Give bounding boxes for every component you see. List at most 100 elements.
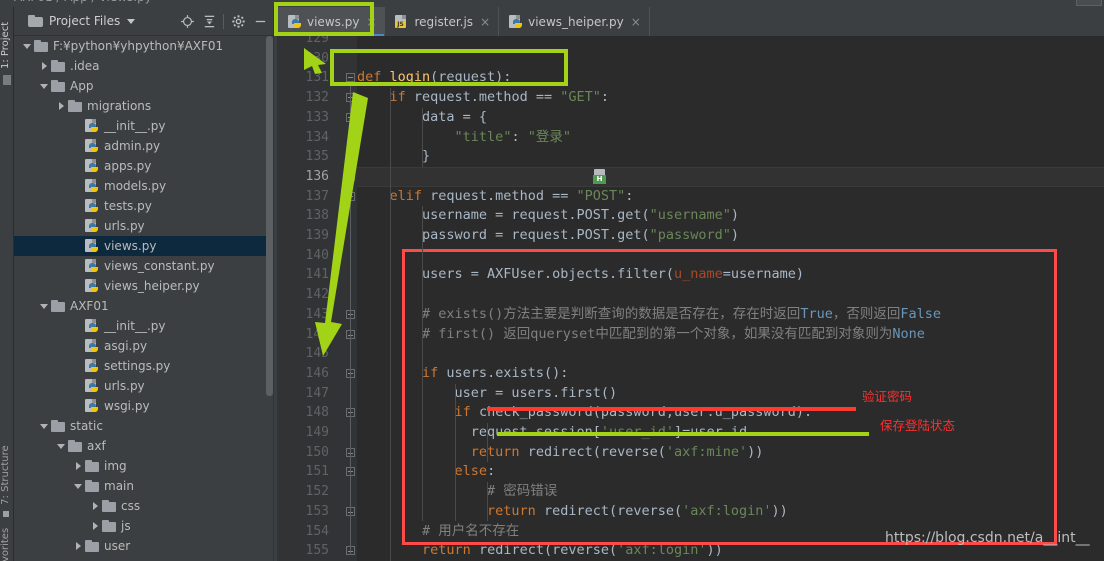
window-restore-button[interactable] — [1076, 0, 1102, 6]
tree-row[interactable]: apps.py — [14, 156, 273, 176]
close-icon[interactable]: × — [631, 16, 641, 28]
code-token: 'axf:mine' — [665, 443, 748, 460]
tree-down-arrow-icon[interactable] — [56, 441, 67, 452]
line-number: 139 — [305, 228, 329, 243]
tool-window-structure[interactable]: 7: Structure — [0, 437, 14, 517]
tree-right-arrow-icon[interactable] — [90, 501, 101, 512]
tree-row-label: urls.py — [104, 219, 145, 233]
tree-row-label: user — [104, 539, 131, 553]
tree-row[interactable]: urls.py — [14, 216, 273, 236]
tree-row[interactable]: main — [14, 476, 273, 496]
tool-window-project-label: 1: Project — [0, 21, 11, 69]
tree-down-arrow-icon[interactable] — [73, 481, 84, 492]
tree-row[interactable]: settings.py — [14, 356, 273, 376]
tree-row-label: migrations — [87, 99, 152, 113]
editor-tab-register-js[interactable]: JS register.js × — [385, 7, 500, 36]
tree-row[interactable]: models.py — [14, 176, 273, 196]
code-fold-marker[interactable] — [346, 73, 355, 83]
code-line: password = request.POST.get("password") — [357, 226, 1104, 246]
code-token: ，否则返回 — [832, 305, 901, 322]
tree-row[interactable]: __init__.py — [14, 316, 273, 336]
tree-right-arrow-icon[interactable] — [73, 541, 84, 552]
python-file-icon — [85, 339, 99, 353]
tree-row[interactable]: AXF01 — [14, 296, 273, 316]
editor-tab-views-py[interactable]: views.py × — [278, 7, 386, 36]
python-file-icon — [85, 119, 99, 133]
line-number: 141 — [305, 267, 329, 283]
tree-row[interactable]: .idea — [14, 56, 273, 76]
python-file-icon — [509, 14, 523, 29]
chevron-down-icon[interactable] — [127, 18, 136, 24]
locate-target-icon[interactable] — [176, 10, 198, 32]
editor-tab-views-heiper-py[interactable]: views_heiper.py × — [499, 7, 650, 36]
tree-row[interactable]: __init__.py — [14, 116, 273, 136]
tree-row[interactable]: static — [14, 416, 273, 436]
project-tree-scrollbar[interactable] — [266, 36, 273, 396]
line-number: 151 — [305, 464, 329, 480]
tree-down-arrow-icon[interactable] — [39, 81, 50, 92]
code-token: elif — [389, 187, 423, 204]
tree-row[interactable]: js — [14, 516, 273, 536]
tree-right-arrow-icon[interactable] — [39, 61, 50, 72]
python-file-icon — [85, 159, 99, 173]
code-token: "username" — [649, 207, 731, 224]
tree-down-arrow-icon[interactable] — [39, 421, 50, 432]
close-icon[interactable]: × — [480, 16, 490, 28]
close-icon[interactable]: × — [366, 16, 376, 28]
tree-row-label: __init__.py — [104, 319, 166, 333]
tree-row-label: static — [70, 419, 103, 433]
tree-row-label: css — [121, 499, 141, 513]
tree-down-arrow-icon[interactable] — [39, 301, 50, 312]
hide-panel-icon[interactable] — [249, 10, 271, 32]
tool-window-favorites[interactable]: Favorites — [0, 527, 14, 561]
code-token: )) — [706, 542, 723, 559]
tree-right-arrow-icon[interactable] — [56, 101, 67, 112]
tree-row[interactable]: admin.py — [14, 136, 273, 156]
code-token: : — [487, 463, 496, 480]
tree-row-label: AXF01 — [70, 299, 109, 313]
code-token: ]=user.id — [674, 424, 748, 440]
editor-tab-label: views.py — [307, 14, 360, 29]
folder-icon — [85, 460, 99, 472]
code-token: else — [454, 463, 488, 480]
tree-row[interactable]: axf — [14, 436, 273, 456]
editor-code-area[interactable]: def login(request): if request.method ==… — [357, 36, 1104, 561]
tab-bar-filler — [650, 7, 1104, 36]
code-line: if users.exists(): — [357, 364, 1104, 384]
line-number: 153 — [305, 503, 329, 519]
settings-gear-icon[interactable] — [227, 10, 249, 32]
html-reference-badge-icon[interactable]: H — [593, 168, 607, 184]
tree-row[interactable]: wsgi.py — [14, 396, 273, 416]
tree-down-arrow-icon[interactable] — [22, 41, 33, 52]
tree-row[interactable]: views_heiper.py — [14, 276, 273, 296]
tree-row[interactable]: views_constant.py — [14, 256, 273, 276]
tree-row[interactable]: App — [14, 76, 273, 96]
tree-row[interactable]: asgi.py — [14, 336, 273, 356]
code-token: request.method == — [405, 89, 561, 106]
editor-gutter[interactable]: 129 130 131 132 133 134 135 136 137 138 139 140 141 1… — [277, 36, 343, 561]
tree-row[interactable]: urls.py — [14, 376, 273, 396]
tree-row[interactable]: F:¥python¥yhpython¥AXF01 — [14, 36, 273, 56]
tree-row[interactable]: views.py — [14, 236, 273, 256]
tree-row[interactable]: tests.py — [14, 196, 273, 216]
tree-row[interactable]: user — [14, 536, 273, 556]
tree-row[interactable]: img — [14, 456, 273, 476]
collapse-all-icon[interactable] — [198, 10, 220, 32]
project-tree[interactable]: F:¥python¥yhpython¥AXF01 .idea App migratio… — [14, 36, 273, 561]
breadcrumb: AXF01 / App / views.py — [0, 0, 1104, 7]
tree-right-arrow-icon[interactable] — [90, 521, 101, 532]
line-number: 132 — [305, 90, 329, 106]
code-token: )) — [771, 502, 788, 519]
tool-window-favorites-label: Favorites — [0, 527, 11, 561]
code-editor[interactable]: 129 130 131 132 133 134 135 136 137 138 139 140 141 1… — [277, 36, 1104, 561]
tree-row[interactable]: css — [14, 496, 273, 516]
tree-right-arrow-icon[interactable] — [73, 461, 84, 472]
tree-row[interactable]: migrations — [14, 96, 273, 116]
tool-window-project[interactable]: 1: Project — [0, 7, 14, 69]
project-panel-toolbar — [176, 10, 273, 32]
